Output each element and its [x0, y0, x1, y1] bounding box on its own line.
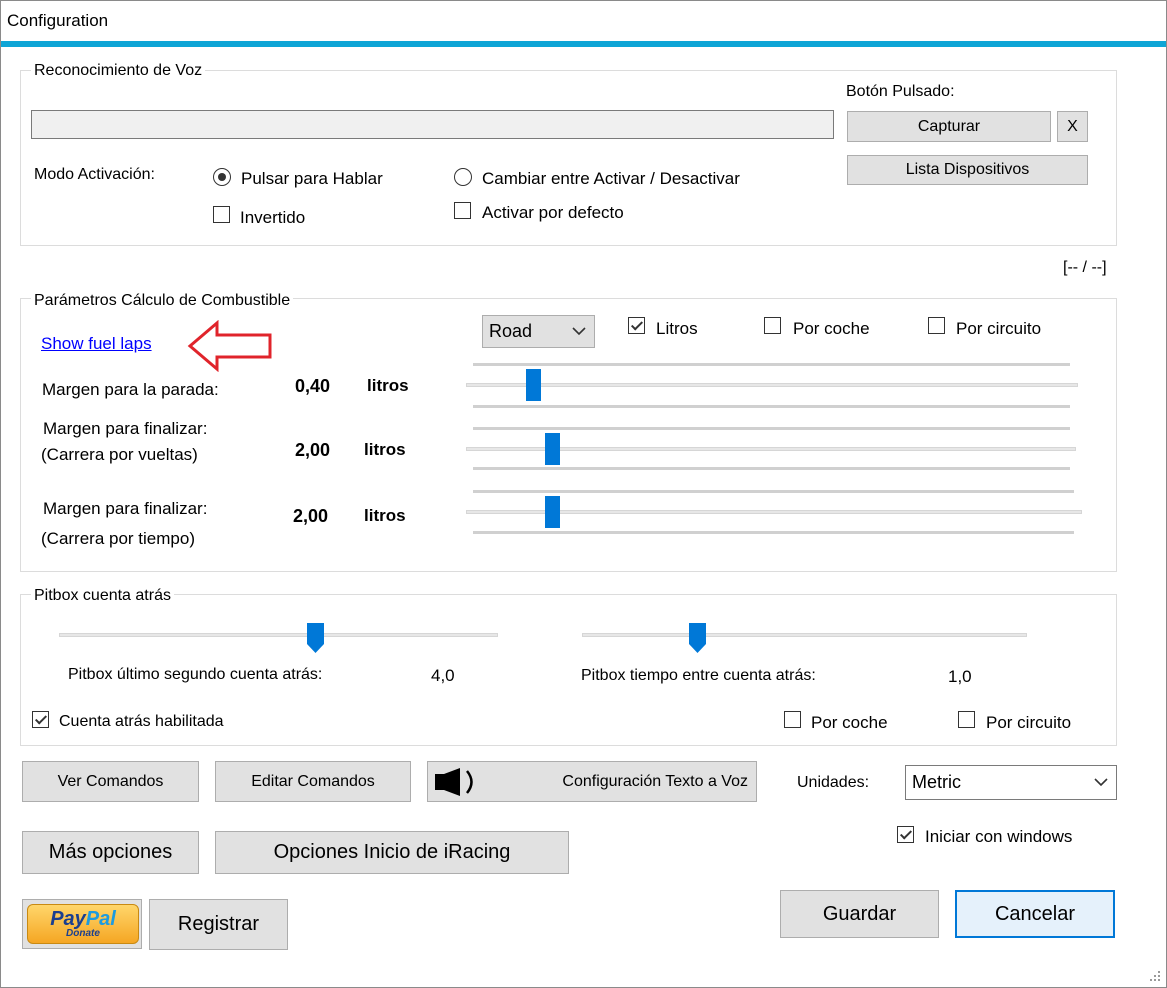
paypal-word-pay: Pay [50, 908, 86, 930]
voice-device-field[interactable] [31, 110, 834, 139]
cancelar-button[interactable]: Cancelar [955, 890, 1115, 938]
texto-voz-label: Configuración Texto a Voz [562, 772, 748, 790]
paypal-donate-button[interactable]: PayPal Donate [22, 899, 142, 949]
paypal-logo: PayPal Donate [27, 904, 139, 944]
editar-comandos-button[interactable]: Editar Comandos [215, 761, 411, 802]
slider-tick-bottom [473, 467, 1070, 470]
track-type-value: Road [489, 321, 533, 341]
margen-fin-vueltas-label-2: (Carrera por vueltas) [41, 445, 198, 464]
pitbox-entre-value: 1,0 [948, 667, 972, 686]
margen-fin-vueltas-unit: litros [364, 440, 406, 459]
slider-track [582, 633, 1027, 637]
configuration-window: Configuration Reconocimiento de Voz Botó… [0, 0, 1167, 988]
invertido-label: Invertido [240, 208, 306, 227]
litros-checkbox[interactable] [628, 317, 645, 334]
margen-fin-tiempo-label-1: Margen para finalizar: [43, 499, 208, 518]
slider-thumb[interactable] [689, 623, 706, 653]
slider-track [466, 383, 1078, 387]
fuel-por-circuito-checkbox[interactable] [928, 317, 945, 334]
chevron-down-icon [1094, 777, 1108, 786]
margen-parada-value: 0,40 [295, 376, 331, 396]
pulsar-hablar-radio[interactable] [213, 168, 231, 186]
slider-thumb[interactable] [526, 369, 541, 401]
title-bar: Configuration [1, 1, 1166, 41]
registrar-button[interactable]: Registrar [149, 899, 288, 950]
cambiar-activar-radio[interactable] [454, 168, 472, 186]
pitbox-ultimo-value: 4,0 [431, 666, 455, 685]
cambiar-activar-label: Cambiar entre Activar / Desactivar [482, 169, 740, 188]
speaker-icon [435, 768, 473, 796]
fuel-por-coche-checkbox[interactable] [764, 317, 781, 334]
resize-grip-icon[interactable] [1146, 967, 1162, 983]
iniciar-windows-label: Iniciar con windows [925, 827, 1073, 846]
slider-tick-bottom [473, 405, 1070, 408]
slider-track [59, 633, 498, 637]
cuenta-atras-label: Cuenta atrás habilitada [59, 713, 224, 730]
pitbox-por-circuito-checkbox[interactable] [958, 711, 975, 728]
modo-activacion-label: Modo Activación: [34, 166, 155, 183]
chevron-down-icon [572, 326, 586, 335]
opciones-iracing-button[interactable]: Opciones Inicio de iRacing [215, 831, 569, 874]
ver-comandos-button[interactable]: Ver Comandos [22, 761, 199, 802]
paypal-donate-text: Donate [66, 928, 100, 939]
slider-thumb[interactable] [545, 433, 560, 465]
unidades-select[interactable]: Metric [905, 765, 1117, 800]
unidades-value: Metric [912, 772, 961, 792]
paypal-word-pal: Pal [85, 908, 116, 930]
unidades-label: Unidades: [797, 774, 870, 791]
clear-button[interactable]: X [1057, 111, 1088, 142]
activar-defecto-checkbox[interactable] [454, 202, 471, 219]
iniciar-windows-checkbox[interactable] [897, 826, 914, 843]
fuel-por-circuito-label: Por circuito [956, 319, 1042, 338]
slider-tick-bottom [473, 531, 1074, 534]
voice-group-title: Reconocimiento de Voz [31, 62, 206, 80]
pitbox-por-circuito-label: Por circuito [986, 713, 1072, 732]
red-arrow-left-icon [187, 320, 272, 372]
slider-thumb[interactable] [545, 496, 560, 528]
fuel-por-coche-label: Por coche [793, 319, 870, 338]
margen-fin-tiempo-unit: litros [364, 506, 406, 525]
guardar-button[interactable]: Guardar [780, 890, 939, 938]
margen-fin-tiempo-label-2: (Carrera por tiempo) [41, 529, 195, 548]
boton-pulsado-label: Botón Pulsado: [846, 83, 955, 100]
slider-tick-top [473, 490, 1074, 493]
texto-voz-button[interactable]: Configuración Texto a Voz [427, 761, 757, 802]
pitbox-entre-label: Pitbox tiempo entre cuenta atrás: [581, 667, 816, 684]
litros-label: Litros [656, 319, 698, 338]
lista-dispositivos-button[interactable]: Lista Dispositivos [847, 155, 1088, 185]
margen-parada-unit: litros [367, 376, 409, 395]
slider-thumb[interactable] [307, 623, 324, 653]
pitbox-por-coche-checkbox[interactable] [784, 711, 801, 728]
margen-fin-vueltas-label-1: Margen para finalizar: [43, 419, 208, 438]
margen-parada-label: Margen para la parada: [42, 380, 219, 399]
slider-tick-top [473, 427, 1070, 430]
fuel-group-title: Parámetros Cálculo de Combustible [31, 292, 294, 310]
margen-fin-tiempo-value: 2,00 [293, 506, 329, 526]
slider-tick-top [473, 363, 1070, 366]
cuenta-atras-checkbox[interactable] [32, 711, 49, 728]
mas-opciones-button[interactable]: Más opciones [22, 831, 199, 874]
window-title: Configuration [7, 11, 109, 30]
show-fuel-laps-link[interactable]: Show fuel laps [41, 334, 152, 354]
voice-status-text: [-- / --] [1063, 259, 1107, 276]
pulsar-hablar-label: Pulsar para Hablar [241, 169, 383, 188]
pitbox-group-title: Pitbox cuenta atrás [31, 587, 174, 605]
pitbox-ultimo-label: Pitbox último segundo cuenta atrás: [68, 666, 323, 683]
track-type-select[interactable]: Road [482, 315, 595, 348]
capturar-button[interactable]: Capturar [847, 111, 1051, 142]
pitbox-por-coche-label: Por coche [811, 713, 888, 732]
margen-fin-vueltas-value: 2,00 [295, 440, 331, 460]
invertido-checkbox[interactable] [213, 206, 230, 223]
activar-defecto-label: Activar por defecto [482, 203, 624, 222]
accent-strip [1, 41, 1166, 47]
